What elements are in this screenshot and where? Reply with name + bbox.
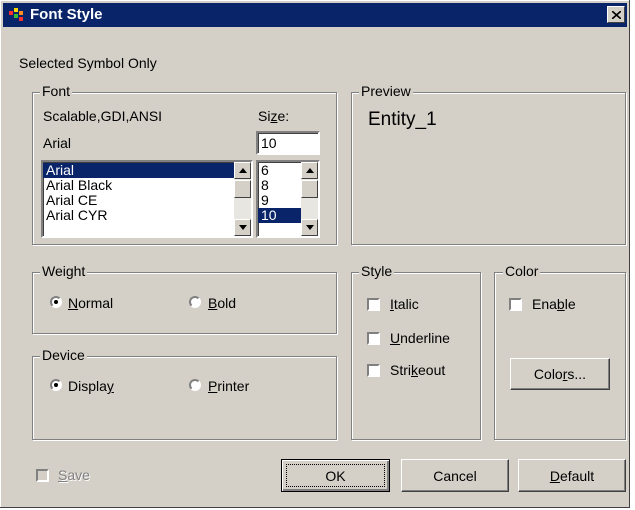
color-enable-checkbox[interactable] — [509, 298, 522, 311]
device-display-radio[interactable] — [50, 379, 62, 391]
save-checkbox[interactable] — [36, 469, 49, 482]
weight-normal-radio[interactable] — [50, 296, 62, 308]
font-scroll-thumb[interactable] — [234, 180, 251, 198]
device-printer-radio[interactable] — [189, 379, 201, 391]
device-group-legend: Device — [40, 347, 87, 363]
strikeout-label[interactable]: Strikeout — [390, 362, 445, 378]
weight-bold-radio[interactable] — [189, 296, 201, 308]
font-scroll-up-button[interactable] — [234, 162, 251, 179]
device-display-label[interactable]: Display — [68, 378, 114, 394]
font-list-item[interactable]: Arial — [43, 163, 234, 178]
colors-button-label: Colors... — [533, 366, 587, 382]
title-bar[interactable]: Font Style — [3, 3, 627, 27]
weight-group-legend: Weight — [40, 263, 88, 279]
weight-normal-label[interactable]: Normal — [68, 295, 113, 311]
preview-group-legend: Preview — [359, 83, 413, 99]
default-button[interactable]: Default — [518, 459, 626, 492]
size-list-item[interactable]: 10 — [258, 208, 301, 223]
underline-checkbox[interactable] — [367, 332, 380, 345]
app-icon — [9, 8, 23, 21]
current-font-label: Arial — [43, 135, 72, 151]
italic-label[interactable]: Italic — [390, 296, 419, 312]
preview-sample-text: Entity_1 — [368, 109, 437, 130]
size-scroll-up-button[interactable] — [301, 162, 318, 179]
size-list-item[interactable]: 6 — [258, 163, 301, 178]
size-input-value: 10 — [261, 135, 277, 151]
default-button-label: Default — [549, 467, 595, 484]
font-style-dialog: Font Style Selected Symbol Only Font Sca… — [0, 0, 630, 508]
weight-bold-label[interactable]: Bold — [208, 295, 236, 311]
size-list-scrollbar[interactable] — [301, 162, 318, 236]
font-list-item[interactable]: Arial CYR — [43, 208, 234, 223]
arrow-up-icon — [305, 168, 314, 173]
size-listbox[interactable]: 6 8 9 10 — [256, 160, 320, 238]
size-scroll-down-button[interactable] — [301, 219, 318, 236]
size-label: Size: — [258, 108, 290, 124]
close-button[interactable] — [607, 6, 625, 23]
cancel-button[interactable]: Cancel — [401, 459, 509, 492]
close-icon — [611, 10, 621, 19]
color-group-legend: Color — [503, 263, 541, 279]
size-list-item[interactable]: 9 — [258, 193, 301, 208]
window-title: Font Style — [30, 6, 103, 23]
font-scroll-down-button[interactable] — [234, 219, 251, 236]
strikeout-checkbox[interactable] — [367, 364, 380, 377]
size-input[interactable]: 10 — [256, 131, 320, 155]
ok-button[interactable]: OK — [281, 459, 390, 492]
size-scroll-thumb[interactable] — [301, 180, 318, 198]
underline-label[interactable]: Underline — [390, 330, 450, 346]
arrow-down-icon — [305, 225, 314, 230]
italic-checkbox[interactable] — [367, 298, 380, 311]
cancel-button-label: Cancel — [433, 467, 477, 484]
font-type-label: Scalable,GDI,ANSI — [43, 108, 163, 124]
color-enable-label[interactable]: Enable — [532, 296, 576, 312]
arrow-down-icon — [238, 225, 247, 230]
font-listbox[interactable]: Arial Arial Black Arial CE Arial CYR — [41, 160, 253, 238]
size-list-item[interactable]: 8 — [258, 178, 301, 193]
font-group-legend: Font — [40, 83, 73, 99]
font-list-scrollbar[interactable] — [234, 162, 251, 236]
save-label: Save — [58, 467, 90, 483]
font-list-item[interactable]: Arial CE — [43, 193, 234, 208]
device-group — [32, 356, 337, 440]
colors-button[interactable]: Colors... — [510, 358, 610, 390]
font-list-item[interactable]: Arial Black — [43, 178, 234, 193]
style-group-legend: Style — [359, 263, 395, 279]
scope-label: Selected Symbol Only — [19, 55, 157, 71]
arrow-up-icon — [238, 168, 247, 173]
ok-focus-rect — [286, 464, 385, 487]
device-printer-label[interactable]: Printer — [208, 378, 249, 394]
